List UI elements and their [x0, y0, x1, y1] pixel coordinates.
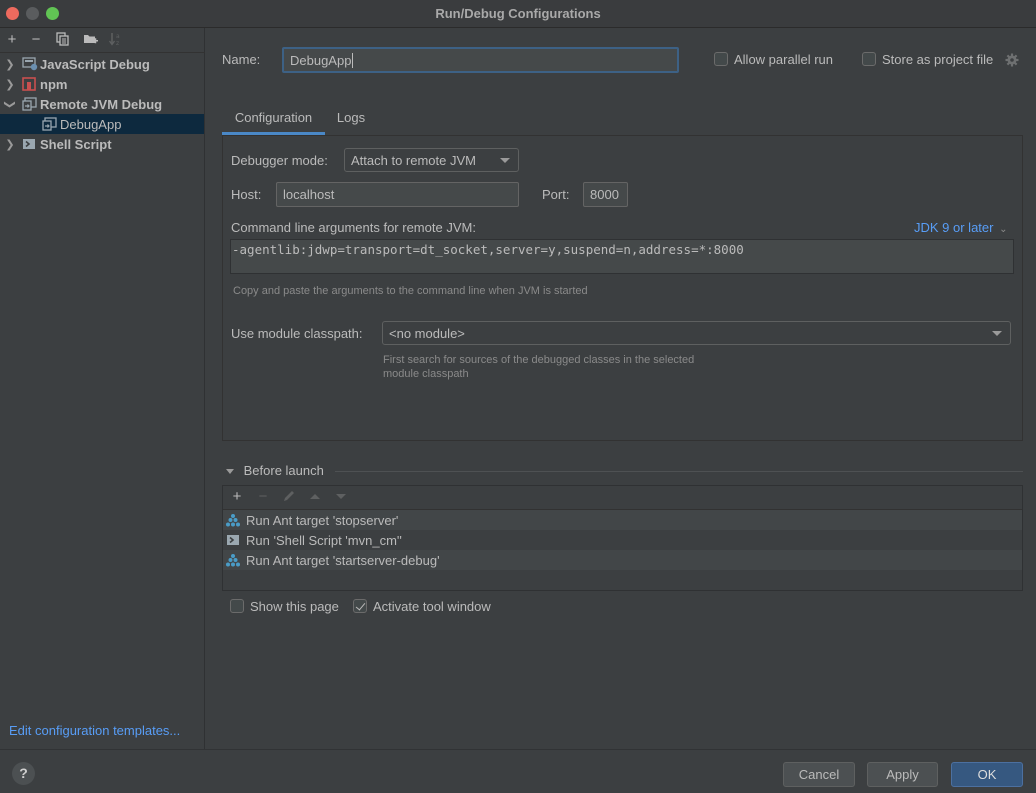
before-launch-title: Before launch — [243, 463, 324, 478]
before-launch-task-label: Run Ant target 'stopserver' — [246, 512, 399, 528]
before-launch-task-label: Run 'Shell Script 'mvn_cm'' — [246, 532, 402, 548]
tree-item-label: Remote JVM Debug — [40, 96, 163, 112]
show-this-page-checkbox[interactable] — [230, 599, 244, 613]
chevron-right-icon[interactable]: ❯ — [2, 78, 18, 91]
activate-tool-window-checkbox[interactable] — [353, 599, 367, 613]
name-input-value: DebugApp — [290, 52, 352, 68]
dialog-footer: ? Cancel Apply OK — [0, 749, 1036, 793]
minus-icon: − — [258, 488, 268, 505]
plus-icon[interactable]: + — [4, 32, 20, 48]
gear-icon[interactable] — [1005, 53, 1019, 67]
shell-script-icon — [226, 533, 240, 547]
sort-alpha-icon: az — [108, 32, 124, 48]
arrow-up-icon — [307, 489, 323, 505]
chevron-right-icon[interactable]: ❯ — [2, 138, 18, 151]
command-line-args-field[interactable]: -agentlib:jdwp=transport=dt_socket,serve… — [230, 239, 1014, 274]
tree-item-javascript-debug[interactable]: ❯ JavaScript Debug — [0, 54, 204, 74]
edit-configuration-templates-link[interactable]: Edit configuration templates... — [9, 723, 180, 738]
jdk-version-selector[interactable]: JDK 9 or later ⌄ — [914, 220, 1008, 235]
module-classpath-select[interactable]: <no module> — [382, 321, 1011, 345]
triangle-down-icon — [226, 469, 234, 475]
tree-item-label: DebugApp — [60, 116, 122, 132]
help-button[interactable]: ? — [12, 762, 35, 785]
svg-text:z: z — [116, 40, 119, 46]
shell-script-icon — [22, 137, 36, 151]
dropdown-arrow-icon — [500, 158, 510, 163]
tree-item-debugapp[interactable]: DebugApp — [0, 114, 204, 134]
store-as-project-file-label: Store as project file — [882, 52, 994, 67]
tree-item-remote-jvm-debug[interactable]: ❯ Remote JVM Debug — [0, 94, 204, 114]
tab-configuration[interactable]: Configuration — [222, 104, 325, 135]
copy-icon[interactable] — [55, 32, 71, 48]
arrow-down-icon — [333, 489, 349, 505]
allow-parallel-run-checkbox[interactable] — [714, 52, 728, 66]
before-launch-task[interactable]: Run Ant target 'startserver-debug' — [223, 550, 1022, 570]
debugger-mode-value: Attach to remote JVM — [351, 152, 476, 168]
before-launch-header[interactable]: Before launch — [226, 463, 324, 478]
configuration-tree: ❯ JavaScript Debug ❯ npm ❯ Remote JVM De… — [0, 54, 204, 154]
module-classpath-value: <no module> — [389, 325, 465, 341]
allow-parallel-run-label: Allow parallel run — [734, 52, 833, 67]
before-launch-task-label: Run Ant target 'startserver-debug' — [246, 552, 440, 568]
before-launch-list: + − Run Ant target 'stopserver' Run 'She… — [222, 485, 1023, 591]
show-this-page-label: Show this page — [250, 599, 339, 614]
tree-item-shell-script[interactable]: ❯ Shell Script — [0, 134, 204, 154]
ok-button[interactable]: OK — [951, 762, 1023, 787]
port-input[interactable]: 8000 — [583, 182, 628, 207]
tree-item-label: npm — [40, 76, 68, 92]
tab-logs[interactable]: Logs — [330, 104, 372, 135]
port-label: Port: — [542, 187, 570, 202]
dropdown-arrow-icon — [992, 331, 1002, 336]
tree-item-label: JavaScript Debug — [40, 56, 150, 72]
activate-tool-window-label: Activate tool window — [373, 599, 491, 614]
javascript-debug-icon — [22, 57, 38, 71]
module-classpath-hint: First search for sources of the debugged… — [383, 353, 694, 381]
ant-icon — [226, 553, 240, 567]
npm-icon — [22, 77, 36, 91]
host-label: Host: — [231, 187, 262, 202]
before-launch-task[interactable]: Run 'Shell Script 'mvn_cm'' — [223, 530, 1022, 550]
pencil-icon — [281, 489, 297, 505]
window-title: Run/Debug Configurations — [435, 6, 601, 21]
jdk-version-value: JDK 9 or later — [914, 220, 994, 235]
name-input[interactable]: DebugApp — [282, 47, 679, 73]
module-classpath-label: Use module classpath: — [231, 326, 363, 341]
minus-icon[interactable]: − — [28, 32, 44, 48]
cancel-button[interactable]: Cancel — [783, 762, 855, 787]
before-launch-toolbar: + − — [223, 486, 1022, 510]
plus-icon[interactable]: + — [229, 489, 245, 505]
store-as-project-file-checkbox[interactable] — [862, 52, 876, 66]
host-input-value: localhost — [283, 187, 335, 202]
command-line-args-hint: Copy and paste the arguments to the comm… — [233, 285, 588, 297]
module-classpath-hint-line: First search for sources of the debugged… — [383, 354, 695, 366]
tab-bar: Configuration Logs — [222, 104, 1022, 135]
remote-debug-icon — [42, 117, 57, 131]
chevron-down-icon: ⌄ — [999, 224, 1008, 235]
chevron-down-icon[interactable]: ❯ — [4, 96, 17, 112]
title-bar: Run/Debug Configurations — [0, 0, 1036, 28]
command-line-args-label: Command line arguments for remote JVM: — [231, 220, 476, 235]
tree-item-label: Shell Script — [40, 136, 112, 152]
folder-plus-icon[interactable] — [82, 32, 98, 48]
name-label: Name: — [222, 52, 261, 67]
debugger-mode-select[interactable]: Attach to remote JVM — [344, 148, 519, 172]
chevron-right-icon[interactable]: ❯ — [2, 58, 18, 71]
separator — [335, 471, 1023, 472]
sidebar-toolbar: + − az — [0, 28, 205, 53]
sidebar: + − az ❯ JavaScript Debug ❯ npm ❯ Remote… — [0, 28, 205, 750]
port-input-value: 8000 — [590, 187, 619, 202]
tree-item-npm[interactable]: ❯ npm — [0, 74, 204, 94]
remote-debug-icon — [22, 97, 37, 111]
before-launch-task[interactable]: Run Ant target 'stopserver' — [223, 510, 1022, 530]
module-classpath-hint-line: module classpath — [383, 368, 469, 380]
debugger-mode-label: Debugger mode: — [231, 153, 328, 168]
host-input[interactable]: localhost — [276, 182, 519, 207]
apply-button[interactable]: Apply — [867, 762, 938, 787]
ant-icon — [226, 513, 240, 527]
svg-text:a: a — [116, 33, 120, 40]
